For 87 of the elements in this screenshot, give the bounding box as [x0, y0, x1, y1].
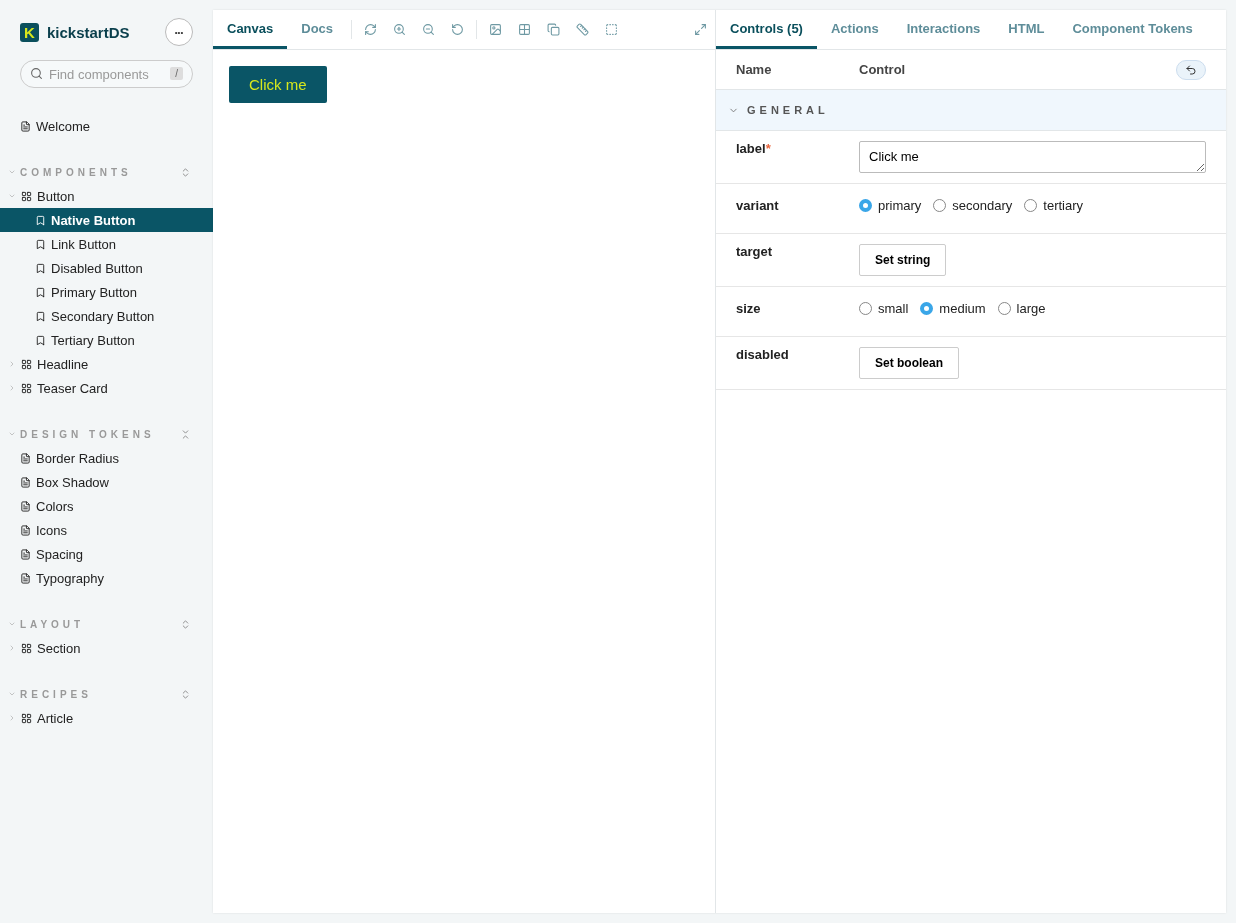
reset-zoom-icon	[451, 23, 465, 36]
section-title: COMPONENTS	[20, 166, 133, 178]
sidebar-item[interactable]: Link Button	[0, 232, 213, 256]
column-header: Control	[859, 62, 906, 77]
document-icon	[20, 476, 31, 488]
grid-icon	[21, 642, 32, 654]
sidebar-item[interactable]: Tertiary Button	[0, 328, 213, 352]
sidebar-item[interactable]: Border Radius	[0, 446, 213, 470]
radio-option[interactable]: tertiary	[1024, 198, 1084, 213]
set-value-button[interactable]: Set boolean	[859, 347, 959, 379]
grid-icon	[21, 712, 32, 724]
dashed-square-icon	[605, 23, 619, 36]
radio-option[interactable]: secondary	[933, 198, 1013, 213]
sidebar-item[interactable]: Button	[0, 184, 213, 208]
radio-option[interactable]: medium	[920, 301, 986, 316]
property-name: disabled	[736, 347, 790, 362]
bookmark-icon	[35, 262, 46, 274]
sidebar-item[interactable]: Colors	[0, 494, 213, 518]
document-icon	[20, 524, 31, 536]
document-icon	[20, 452, 31, 464]
reset-button[interactable]	[1176, 59, 1206, 80]
bookmark-icon	[35, 238, 46, 250]
input-field[interactable]: Click me	[859, 141, 1206, 173]
radio-option[interactable]: large	[997, 301, 1046, 316]
search-icon	[30, 67, 43, 80]
undo-icon	[1185, 63, 1197, 76]
menu-button[interactable]: •••	[165, 18, 193, 46]
refresh-icon	[364, 23, 378, 36]
sidebar-item[interactable]: Section	[0, 636, 213, 660]
ruler-icon	[576, 23, 590, 36]
tab[interactable]: Component Tokens	[1058, 10, 1207, 49]
bookmark-icon	[35, 286, 46, 298]
image-icon	[489, 23, 503, 36]
sidebar-item[interactable]: Primary Button	[0, 280, 213, 304]
sidebar-item[interactable]: Headline	[0, 352, 213, 376]
radio-option[interactable]: small	[859, 301, 909, 316]
grid-icon	[518, 23, 532, 36]
group-header[interactable]: GENERAL	[716, 90, 1226, 131]
grid-icon	[21, 190, 32, 202]
sidebar-item[interactable]: Secondary Button	[0, 304, 213, 328]
shortcut-key: /	[170, 67, 183, 80]
section-title: DESIGN TOKENS	[20, 428, 156, 440]
document-icon	[20, 500, 31, 512]
zoom-in-icon	[393, 23, 407, 36]
sidebar-item[interactable]: Box Shadow	[0, 470, 213, 494]
sidebar-item[interactable]: Icons	[0, 518, 213, 542]
tab[interactable]: Controls (5)	[716, 10, 817, 49]
logo-mark: K	[20, 22, 39, 42]
sidebar-item[interactable]: Spacing	[0, 542, 213, 566]
property-name: target	[736, 244, 774, 259]
document-icon	[20, 548, 31, 560]
zoom-out-icon	[422, 23, 436, 36]
expand-all-icon[interactable]	[180, 688, 191, 700]
sidebar-item[interactable]: Teaser Card	[0, 376, 213, 400]
property-name: label*	[736, 141, 772, 156]
document-icon	[20, 572, 31, 584]
property-name: variant	[736, 197, 780, 213]
layers-icon	[547, 23, 561, 36]
expand-all-icon[interactable]	[180, 166, 191, 178]
document-icon	[20, 120, 31, 132]
grid-icon	[21, 382, 32, 394]
tab[interactable]: Canvas	[213, 10, 288, 49]
radio-option[interactable]: primary	[859, 198, 922, 213]
property-name: size	[736, 300, 762, 316]
column-header: Name	[736, 62, 772, 77]
expand-all-icon[interactable]	[180, 618, 191, 630]
brand-name: kickstartDS	[47, 23, 131, 41]
sidebar-item[interactable]: Welcome	[0, 114, 213, 138]
sidebar-item[interactable]: Article	[0, 706, 213, 730]
grid-icon	[21, 358, 32, 370]
bookmark-icon	[35, 214, 46, 226]
tab[interactable]: Actions	[816, 10, 893, 49]
sidebar-item[interactable]: Typography	[0, 566, 213, 590]
bookmark-icon	[35, 310, 46, 322]
set-value-button[interactable]: Set string	[859, 244, 947, 276]
tab[interactable]: Docs	[287, 10, 348, 49]
sidebar-item[interactable]: Native Button	[0, 208, 213, 232]
section-title: LAYOUT	[20, 618, 86, 630]
sidebar-item[interactable]: Disabled Button	[0, 256, 213, 280]
collapse-all-icon[interactable]	[180, 428, 191, 440]
expand-icon	[694, 23, 707, 36]
preview-button[interactable]: Click me	[229, 66, 327, 103]
bookmark-icon	[35, 334, 46, 346]
tab[interactable]: HTML	[994, 10, 1059, 49]
tab[interactable]: Interactions	[892, 10, 995, 49]
section-title: RECIPES	[20, 688, 93, 700]
group-title: GENERAL	[747, 104, 829, 116]
